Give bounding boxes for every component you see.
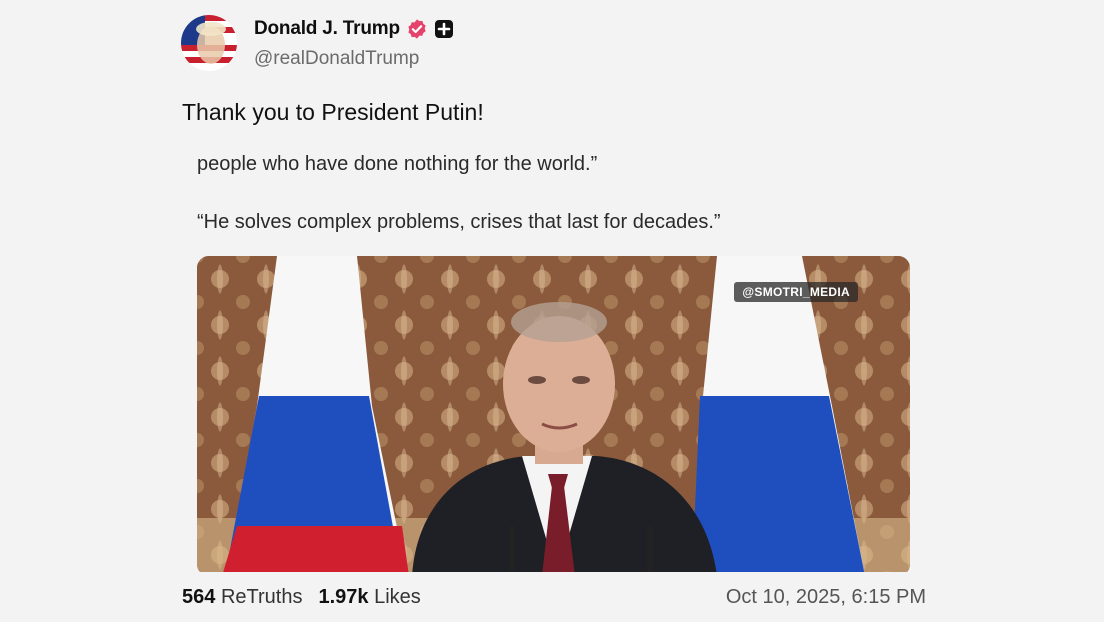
likes-stat[interactable]: 1.97k Likes: [318, 586, 420, 609]
video-frame[interactable]: @SMOTRI_MEDIA: [197, 256, 910, 572]
avatar[interactable]: [181, 15, 237, 71]
retruths-label: ReTruths: [220, 586, 303, 608]
verified-badge-icon: [406, 18, 428, 40]
quote-line: “He solves complex problems, crises that…: [197, 211, 721, 233]
likes-label: Likes: [374, 586, 421, 608]
retruths-stat[interactable]: 564 ReTruths: [182, 586, 302, 609]
post-text: Thank you to President Putin!: [182, 99, 484, 125]
video-still-image: [197, 256, 910, 572]
quote-line: people who have done nothing for the wor…: [197, 153, 598, 175]
author-display-name[interactable]: Donald J. Trump: [254, 18, 400, 40]
truth-post: Donald J. Trump @realDonaldTrump Thank y…: [0, 0, 1104, 622]
truth-plus-icon: [434, 19, 454, 39]
post-media[interactable]: people who have done nothing for the wor…: [182, 140, 926, 572]
likes-count: 1.97k: [318, 586, 369, 608]
post-stats: 564 ReTruths 1.97k Likes: [182, 586, 421, 609]
post-timestamp[interactable]: Oct 10, 2025, 6:15 PM: [726, 586, 926, 609]
author-handle[interactable]: @realDonaldTrump: [254, 48, 419, 70]
retruths-count: 564: [182, 586, 216, 608]
watermark-label: @SMOTRI_MEDIA: [734, 282, 858, 302]
